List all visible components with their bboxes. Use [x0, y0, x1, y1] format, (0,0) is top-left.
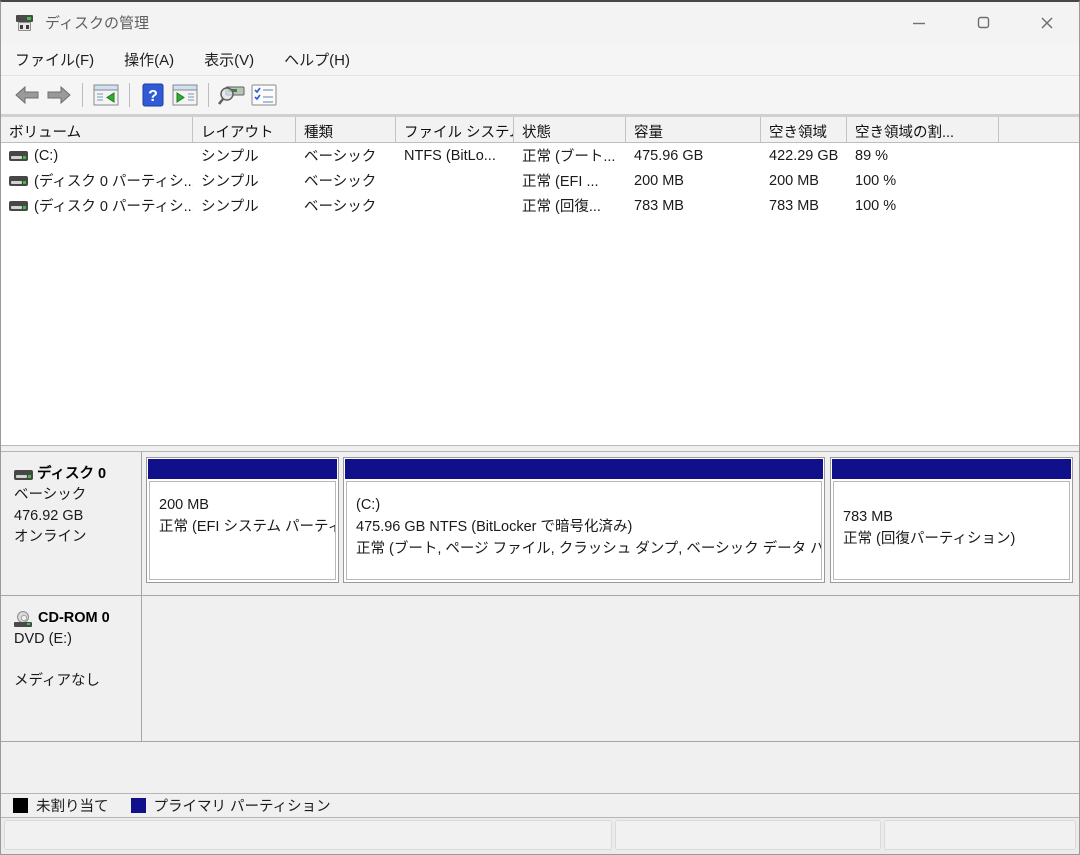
partition-status: 正常 (回復パーティション) — [843, 528, 1069, 550]
column-header-capacity[interactable]: 容量 — [626, 117, 761, 142]
properties-icon[interactable] — [248, 80, 280, 110]
cdrom-0-track — [142, 596, 1079, 742]
column-header-volume[interactable]: ボリューム — [1, 117, 193, 142]
volume-icon — [9, 151, 28, 161]
cdrom-media-status: メディアなし — [14, 671, 133, 692]
window-title: ディスクの管理 — [45, 12, 149, 33]
status-bar-section — [4, 820, 612, 850]
volume-type: ベーシック — [296, 195, 396, 216]
volume-free-pct: 100 % — [847, 198, 999, 214]
column-header-filesystem[interactable]: ファイル システム — [396, 117, 514, 142]
partition-recovery[interactable]: 783 MB 正常 (回復パーティション) — [830, 457, 1073, 583]
partition-size: 475.96 GB NTFS (BitLocker で暗号化済み) — [356, 516, 821, 538]
volume-capacity: 475.96 GB — [626, 148, 761, 164]
disk-0-label-panel[interactable]: ディスク 0 ベーシック 476.92 GB オンライン — [1, 452, 142, 596]
column-header-status[interactable]: 状態 — [514, 117, 626, 142]
volume-layout: シンプル — [193, 195, 296, 216]
graphical-view-pane: ディスク 0 ベーシック 476.92 GB オンライン 200 MB 正常 (… — [1, 451, 1079, 818]
show-console-tree-icon[interactable] — [90, 80, 122, 110]
disk-management-app-icon — [15, 14, 35, 32]
column-header-type[interactable]: 種類 — [296, 117, 396, 142]
volume-status: 正常 (回復... — [514, 195, 626, 216]
maximize-button[interactable] — [951, 2, 1015, 43]
help-icon[interactable]: ? — [137, 80, 169, 110]
status-bar-section — [615, 820, 881, 850]
column-header-layout[interactable]: レイアウト — [193, 117, 296, 142]
cdrom-0-label-panel[interactable]: CD-ROM 0 DVD (E:) メディアなし — [1, 596, 142, 742]
title-bar: ディスクの管理 — [1, 2, 1079, 43]
back-icon[interactable] — [11, 80, 43, 110]
partition-size: 783 MB — [843, 506, 1069, 528]
volume-free: 200 MB — [761, 173, 847, 189]
partition-color-strip — [345, 459, 823, 479]
legend-bar: 未割り当て プライマリ パーティション — [1, 793, 1079, 818]
partition-c[interactable]: (C:) 475.96 GB NTFS (BitLocker で暗号化済み) 正… — [343, 457, 825, 583]
disk-status: オンライン — [14, 527, 133, 548]
cdrom-name: CD-ROM 0 — [38, 608, 110, 629]
disk-icon — [14, 470, 33, 480]
column-header-free[interactable]: 空き領域 — [761, 117, 847, 142]
legend-swatch-unallocated — [13, 798, 28, 813]
disk-0-partition-track: 200 MB 正常 (EFI システム パーティ (C:) 475.96 GB … — [142, 452, 1079, 596]
partition-color-strip — [832, 459, 1071, 479]
volume-filesystem: NTFS (BitLo... — [396, 148, 514, 164]
partition-color-strip — [148, 459, 337, 479]
toolbar: ? — [1, 76, 1079, 116]
volume-layout: シンプル — [193, 145, 296, 166]
volume-name: (ディスク 0 パーティシ... — [34, 195, 193, 216]
menu-action[interactable]: 操作(A) — [124, 45, 186, 74]
cdrom-drive-letter: DVD (E:) — [14, 629, 133, 650]
volume-free: 783 MB — [761, 198, 847, 214]
volume-status: 正常 (EFI ... — [514, 170, 626, 191]
volume-list-pane: ボリューム レイアウト 種類 ファイル システム 状態 容量 空き領域 空き領域… — [1, 116, 1079, 446]
forward-icon[interactable] — [43, 80, 75, 110]
legend-label-primary: プライマリ パーティション — [154, 795, 331, 816]
legend-label-unallocated: 未割り当て — [36, 795, 109, 816]
disk-size: 476.92 GB — [14, 506, 133, 527]
volume-icon — [9, 176, 28, 186]
table-row[interactable]: (ディスク 0 パーティシ... シンプル ベーシック 正常 (EFI ... … — [1, 168, 1079, 193]
partition-status: 正常 (ブート, ページ ファイル, クラッシュ ダンプ, ベーシック データ … — [356, 538, 821, 560]
volume-free-pct: 89 % — [847, 148, 999, 164]
table-row[interactable]: (ディスク 0 パーティシ... シンプル ベーシック 正常 (回復... 78… — [1, 193, 1079, 218]
volume-free: 422.29 GB — [761, 148, 847, 164]
cdrom-0-row: CD-ROM 0 DVD (E:) メディアなし — [1, 596, 1079, 742]
disk-name: ディスク 0 — [37, 464, 106, 485]
volume-table-header: ボリューム レイアウト 種類 ファイル システム 状態 容量 空き領域 空き領域… — [1, 116, 1079, 143]
minimize-button[interactable] — [887, 2, 951, 43]
disk-management-window: ディスクの管理 ファイル(F) 操作(A) 表示(V) ヘルプ(H) — [0, 0, 1080, 855]
menu-file[interactable]: ファイル(F) — [15, 45, 106, 74]
disk-0-row: ディスク 0 ベーシック 476.92 GB オンライン 200 MB 正常 (… — [1, 452, 1079, 596]
disk-type: ベーシック — [14, 485, 133, 506]
volume-name: (C:) — [34, 148, 58, 164]
volume-name: (ディスク 0 パーティシ... — [34, 170, 193, 191]
menu-view[interactable]: 表示(V) — [204, 45, 266, 74]
partition-status: 正常 (EFI システム パーティ — [159, 516, 335, 538]
table-row[interactable]: (C:) シンプル ベーシック NTFS (BitLo... 正常 (ブート..… — [1, 143, 1079, 168]
close-button[interactable] — [1015, 2, 1079, 43]
legend-swatch-primary — [131, 798, 146, 813]
volume-status: 正常 (ブート... — [514, 145, 626, 166]
partition-efi[interactable]: 200 MB 正常 (EFI システム パーティ — [146, 457, 339, 583]
show-action-pane-icon[interactable] — [169, 80, 201, 110]
column-header-free-pct[interactable]: 空き領域の割... — [847, 117, 999, 142]
partition-size: 200 MB — [159, 494, 335, 516]
volume-type: ベーシック — [296, 145, 396, 166]
menu-bar: ファイル(F) 操作(A) 表示(V) ヘルプ(H) — [1, 43, 1079, 76]
svg-text:?: ? — [148, 88, 158, 105]
partition-drive-letter: (C:) — [356, 494, 821, 516]
rescan-disks-icon[interactable] — [216, 80, 248, 110]
cdrom-icon — [14, 611, 34, 627]
volume-layout: シンプル — [193, 170, 296, 191]
volume-capacity: 200 MB — [626, 173, 761, 189]
volume-capacity: 783 MB — [626, 198, 761, 214]
status-bar-section — [884, 820, 1076, 850]
volume-type: ベーシック — [296, 170, 396, 191]
status-bar — [1, 818, 1079, 854]
graph-pane-filler — [1, 742, 1079, 793]
volume-free-pct: 100 % — [847, 173, 999, 189]
volume-icon — [9, 201, 28, 211]
menu-help[interactable]: ヘルプ(H) — [284, 45, 362, 74]
